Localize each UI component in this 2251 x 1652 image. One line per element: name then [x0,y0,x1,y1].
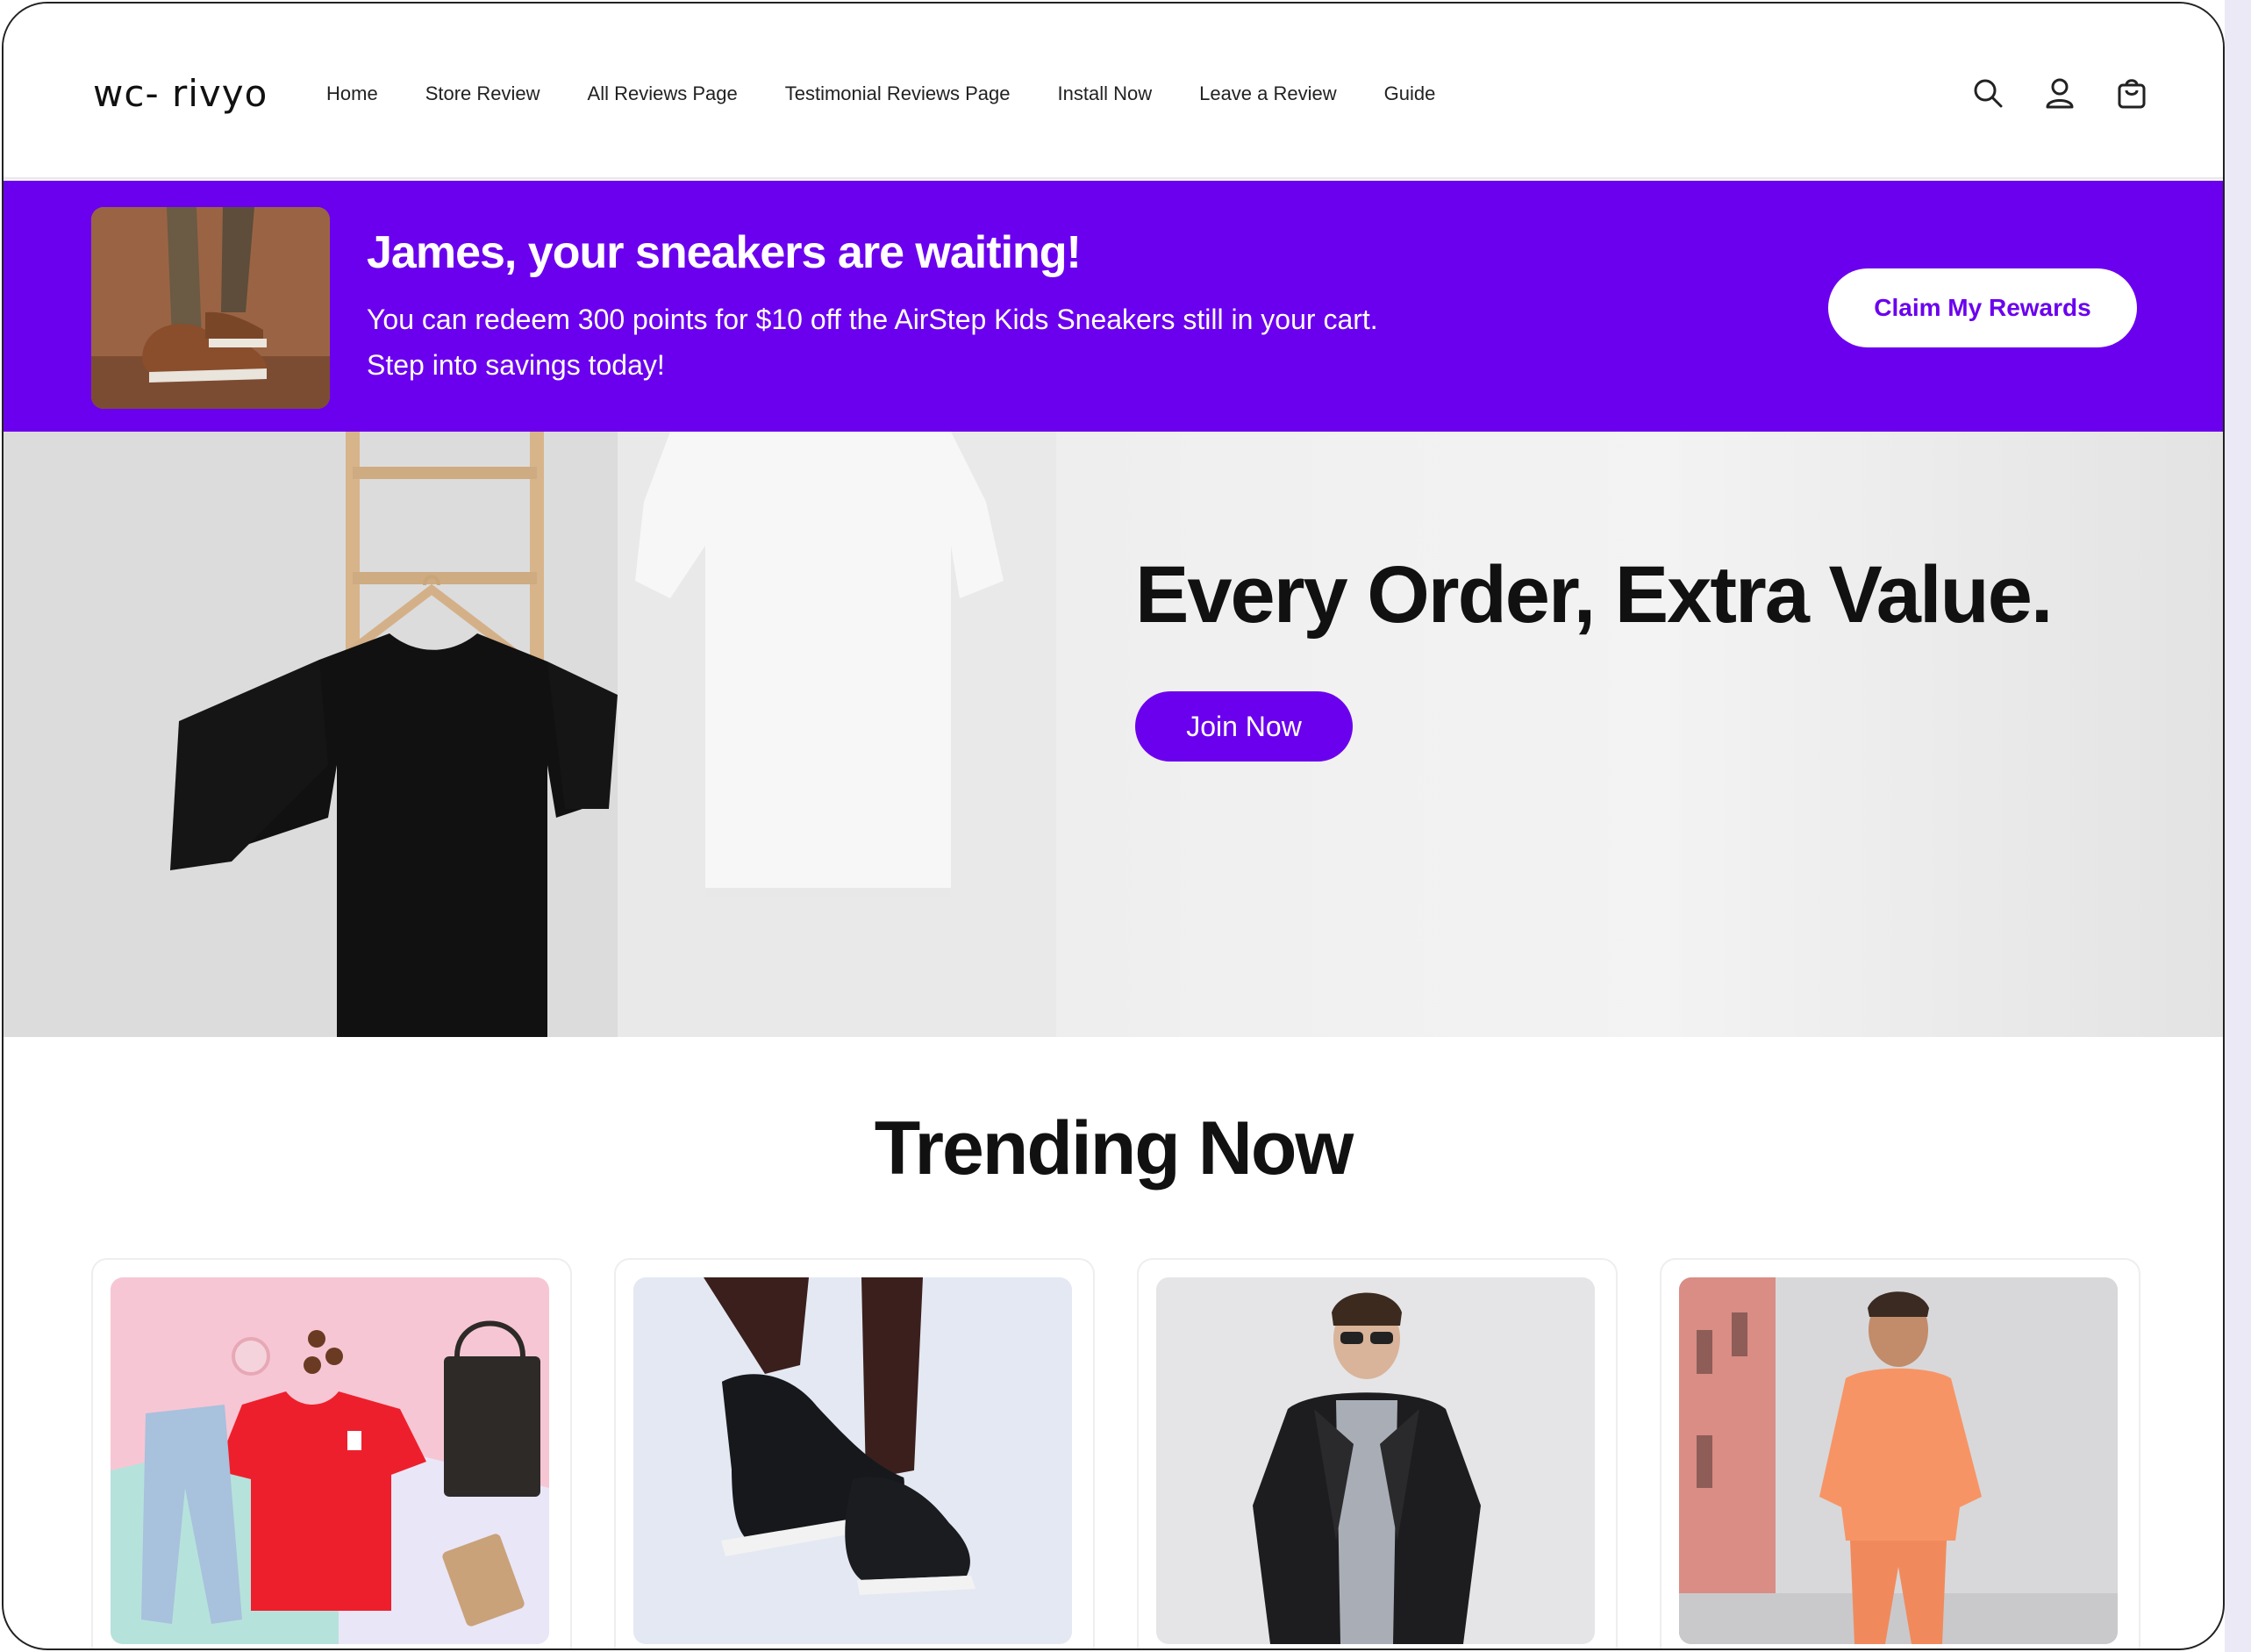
product-image-flat-lay[interactable] [111,1277,549,1644]
site-logo[interactable]: wc- rivyo [93,72,268,115]
product-card[interactable] [1137,1258,1618,1648]
trending-title: Trending Now [874,1106,1354,1191]
banner-message: You can redeem 300 points for $10 off th… [367,297,1595,388]
nav-all-reviews[interactable]: All Reviews Page [588,82,738,105]
product-image-sneakers[interactable] [633,1277,1072,1644]
header-icons [1972,77,2147,109]
site-header: wc- rivyo Home Store Review All Reviews … [4,4,2223,179]
banner-line-1: You can redeem 300 points for $10 off th… [367,304,1378,335]
nav-guide[interactable]: Guide [1384,82,1436,105]
banner-title: James, your sneakers are waiting! [367,227,1082,278]
claim-rewards-button[interactable]: Claim My Rewards [1828,268,2137,347]
product-card[interactable] [91,1258,572,1648]
hero-title: Every Order, Extra Value. [1135,550,2053,640]
nav-home[interactable]: Home [326,82,378,105]
hero-clothing-image [4,432,1056,1037]
product-card[interactable] [614,1258,1095,1648]
product-grid [91,1258,2140,1648]
reward-banner: James, your sneakers are waiting! You ca… [4,181,2223,432]
browser-frame: wc- rivyo Home Store Review All Reviews … [2,2,2225,1650]
hero-section: Every Order, Extra Value. Join Now [4,432,2223,1037]
side-accent [2225,0,2251,1652]
join-now-button[interactable]: Join Now [1135,691,1353,762]
nav-install-now[interactable]: Install Now [1058,82,1153,105]
nav-store-review[interactable]: Store Review [425,82,540,105]
banner-sneaker-image [91,207,330,409]
cart-icon[interactable] [2116,77,2147,109]
nav-testimonial-reviews[interactable]: Testimonial Reviews Page [785,82,1011,105]
nav-leave-review[interactable]: Leave a Review [1199,82,1337,105]
product-image-leather-jacket[interactable] [1156,1277,1595,1644]
product-card[interactable] [1660,1258,2140,1648]
product-image-tracksuit[interactable] [1679,1277,2118,1644]
account-icon[interactable] [2044,77,2076,109]
search-icon[interactable] [1972,77,2004,109]
banner-line-2: Step into savings today! [367,349,665,381]
main-nav: Home Store Review All Reviews Page Testi… [326,82,1483,105]
